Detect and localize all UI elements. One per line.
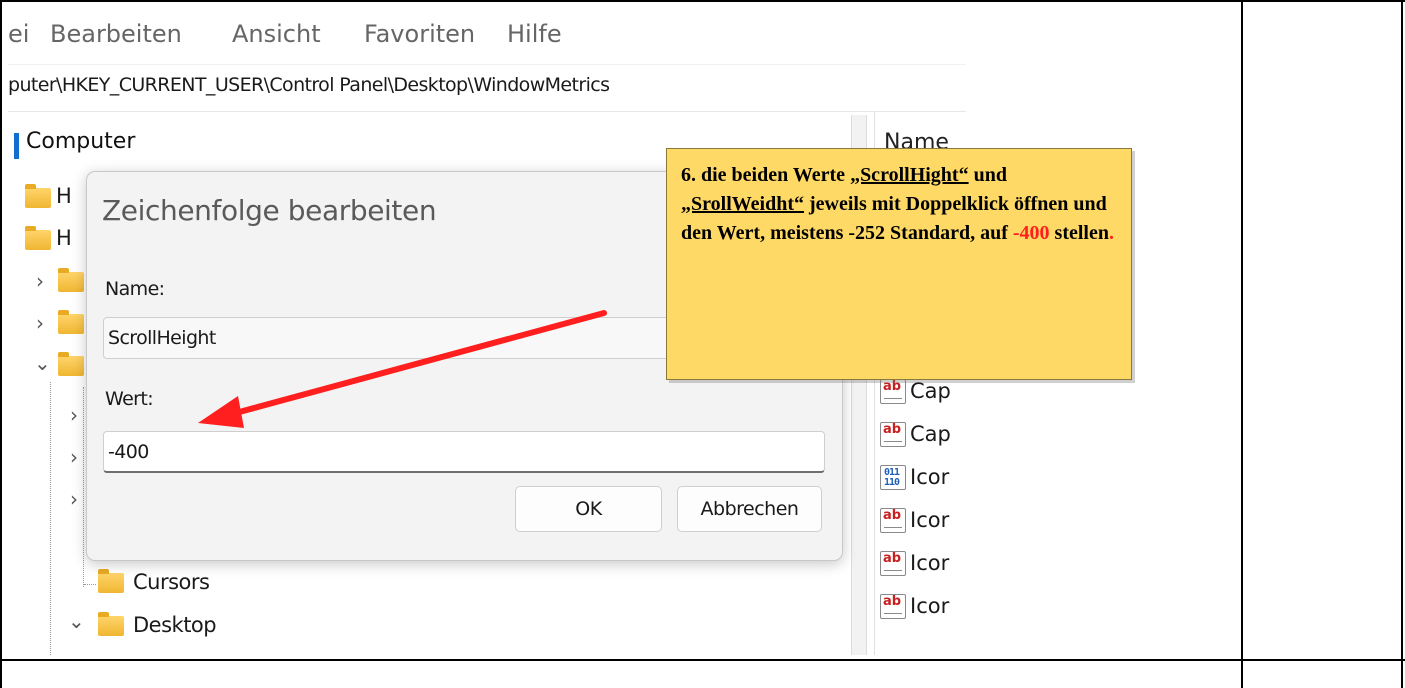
chevron-right-icon[interactable]: › (36, 311, 44, 335)
value-row[interactable]: ab Icor (880, 549, 966, 579)
folder-icon (25, 226, 51, 250)
tree-item-computer[interactable]: Computer (26, 129, 135, 154)
table-row-divider (0, 659, 1405, 661)
value-row[interactable]: ab Cap (880, 420, 966, 450)
value-name: Cap (910, 422, 951, 446)
ok-button[interactable]: OK (515, 486, 662, 532)
callout-highlight-value: -400 (1012, 222, 1050, 244)
folder-icon (25, 184, 51, 208)
chevron-right-icon[interactable]: › (70, 403, 78, 427)
value-row[interactable]: ab Icor (880, 592, 966, 622)
instruction-callout: 6. die beiden Werte „ScrollHight“ und „S… (666, 148, 1132, 380)
address-path[interactable]: puter\HKEY_CURRENT_USER\Control Panel\De… (8, 74, 610, 96)
value-name: Icor (910, 551, 950, 575)
chevron-down-icon[interactable]: ⌄ (68, 609, 85, 633)
menu-item-favoriten[interactable]: Favoriten (364, 20, 475, 48)
string-value-icon: ab (880, 379, 906, 404)
name-label: Name: (105, 278, 165, 300)
dialog-title: Zeichenfolge bearbeiten (102, 194, 437, 227)
binary-value-icon: 011 110 (880, 465, 906, 490)
string-value-icon: ab (880, 551, 906, 576)
callout-text: und (968, 164, 1007, 186)
value-label: Wert: (105, 388, 154, 410)
value-name: Icor (910, 508, 950, 532)
folder-icon (58, 268, 84, 292)
address-bar[interactable]: puter\HKEY_CURRENT_USER\Control Panel\De… (8, 64, 966, 112)
chevron-right-icon[interactable]: › (70, 445, 78, 469)
value-row[interactable]: ab Cap (880, 377, 966, 407)
folder-icon (58, 310, 84, 334)
tree-item-hkey-1[interactable]: H (56, 184, 72, 208)
value-name: Icor (910, 465, 950, 489)
string-value-icon: ab (880, 508, 906, 533)
tree-guide-line (50, 382, 51, 655)
table-border-right (1401, 0, 1403, 688)
menu-item-datei[interactable]: ei (8, 20, 29, 48)
callout-value-scrollheight: „ScrollHight“ (850, 164, 969, 186)
menu-bar: ei Bearbeiten Ansicht Favoriten Hilfe (8, 12, 966, 62)
table-column-divider (1241, 0, 1243, 688)
chevron-right-icon[interactable]: › (70, 487, 78, 511)
tree-guide-line (83, 387, 84, 587)
tree-item-cursors[interactable]: Cursors (133, 570, 210, 594)
callout-text: stellen (1049, 222, 1109, 244)
string-value-icon: ab (880, 594, 906, 619)
tree-guide-line (84, 584, 96, 585)
folder-icon (98, 569, 124, 593)
callout-end: . (1108, 222, 1114, 244)
value-name: Cap (910, 379, 951, 403)
tree-item-hkey-2[interactable]: H (56, 226, 72, 250)
menu-item-bearbeiten[interactable]: Bearbeiten (50, 20, 182, 48)
chevron-down-icon[interactable]: ⌄ (34, 351, 51, 375)
table-border-left (0, 0, 2, 688)
value-row[interactable]: ab Icor (880, 506, 966, 536)
chevron-right-icon[interactable]: › (36, 269, 44, 293)
value-name: Icor (910, 594, 950, 618)
selection-indicator (14, 133, 19, 159)
tree-item-desktop[interactable]: Desktop (133, 613, 217, 637)
string-value-icon: ab (880, 422, 906, 447)
menu-item-hilfe[interactable]: Hilfe (507, 20, 562, 48)
callout-text: 6. die beiden Werte (681, 164, 851, 186)
cancel-button[interactable]: Abbrechen (677, 486, 822, 532)
menu-item-ansicht[interactable]: Ansicht (232, 20, 321, 48)
callout-value-scrollwidth: „SrollWeidht“ (681, 193, 804, 215)
table-border-top (0, 0, 1405, 2)
folder-icon (98, 612, 124, 636)
value-row[interactable]: 011 110 Icor (880, 463, 966, 493)
folder-icon (58, 352, 84, 376)
value-data-input[interactable]: -400 (103, 431, 825, 473)
